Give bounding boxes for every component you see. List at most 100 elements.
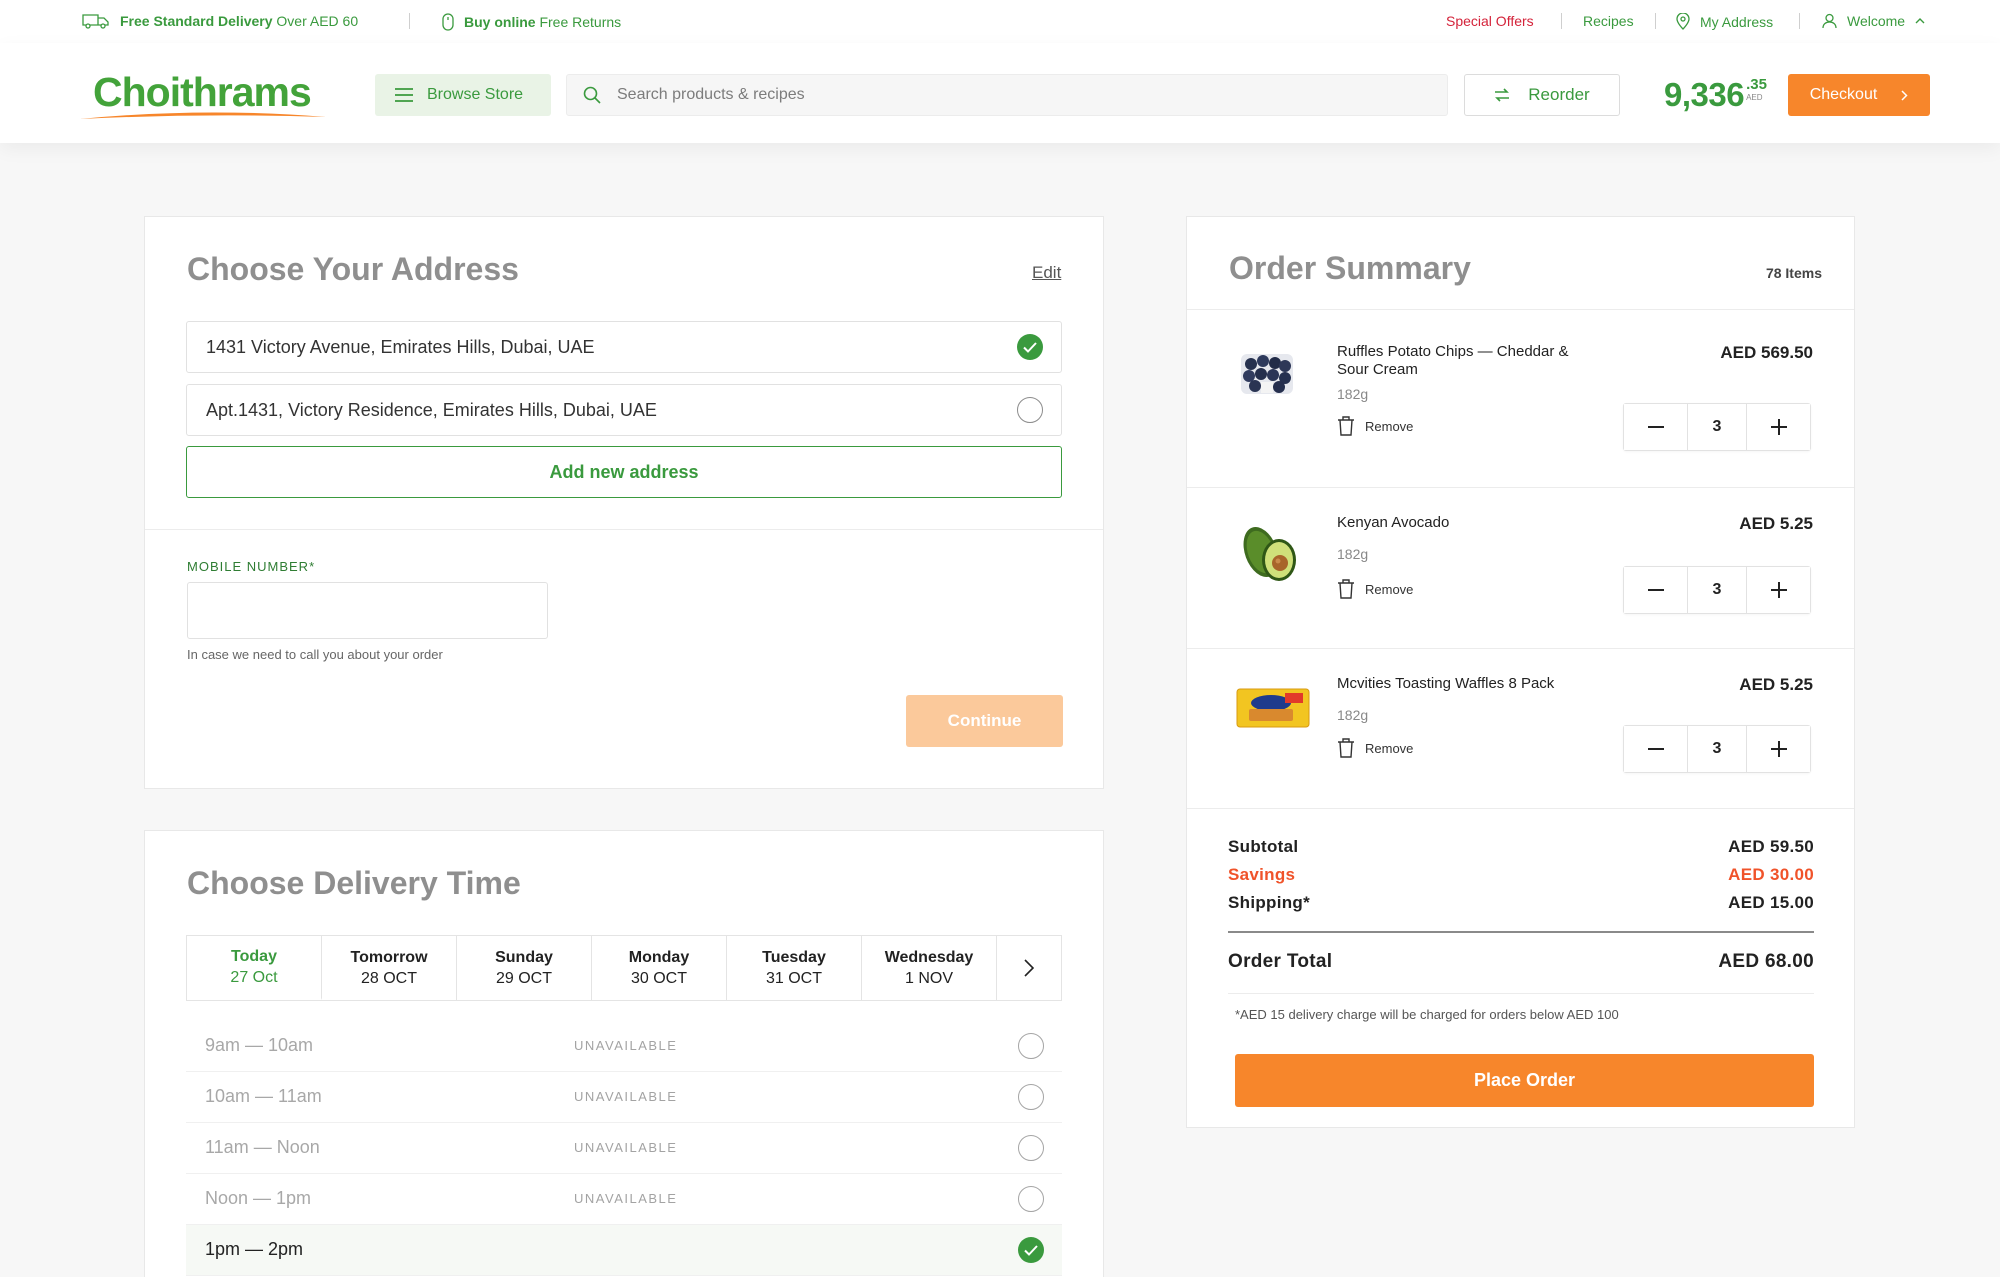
remove-button[interactable]: Remove [1337,738,1413,758]
edit-address-link[interactable]: Edit [1032,263,1061,283]
cart-item: Ruffles Potato Chips — Cheddar & Sour Cr… [1187,310,1855,487]
product-image-avocado[interactable] [1235,514,1307,586]
day-date: 30 OCT [630,970,687,987]
slot-time: Noon — 1pm [205,1188,312,1208]
delivery-promo-rest: Over AED 60 [276,13,359,29]
order-summary-title: Order Summary [1229,250,1471,286]
time-slot[interactable]: Noon — 1pm UNAVAILABLE [186,1174,1062,1225]
time-slot[interactable]: 9am — 10am UNAVAILABLE [186,1021,1062,1072]
tab-day-tomorrow[interactable]: Tomorrow 28 OCT [322,936,457,1000]
address-option[interactable]: Apt.1431, Victory Residence, Emirates Hi… [186,384,1062,436]
shipping-label: Shipping* [1228,893,1311,912]
address-option[interactable]: 1431 Victory Avenue, Emirates Hills, Dub… [186,321,1062,373]
slot-status: UNAVAILABLE [574,1140,678,1155]
tab-day-sunday[interactable]: Sunday 29 OCT [457,936,592,1000]
reorder-button[interactable]: Reorder [1464,74,1620,116]
my-address-link[interactable]: My Address [1676,13,1773,30]
slot-time: 9am — 10am [205,1035,314,1055]
check-icon[interactable] [1017,334,1043,360]
returns-promo-rest: Free Returns [539,14,622,30]
tab-day-today[interactable]: Today 27 Oct [187,936,322,1000]
user-icon [1822,13,1837,29]
day-date: 29 OCT [495,970,552,987]
browse-store-label: Browse Store [427,86,524,103]
increase-quantity-button[interactable] [1747,726,1810,772]
order-total-value: AED 68.00 [1718,951,1814,972]
remove-button[interactable]: Remove [1337,579,1413,599]
decrease-quantity-button[interactable] [1624,567,1687,613]
increase-quantity-button[interactable] [1747,404,1810,450]
product-name[interactable]: Kenyan Avocado [1337,514,1577,532]
tab-day-monday[interactable]: Monday 30 OCT [592,936,727,1000]
savings-label: Savings [1228,865,1296,884]
day-name: Tomorrow [350,949,428,966]
minus-icon [1647,748,1664,750]
search-bar[interactable] [566,74,1448,116]
savings-value: AED 30.00 [1728,865,1814,884]
quantity-value[interactable]: 3 [1687,726,1747,772]
product-name[interactable]: Mcvities Toasting Waffles 8 Pack [1337,675,1577,693]
my-address-label: My Address [1700,13,1774,30]
recipes-link[interactable]: Recipes [1583,13,1634,29]
welcome-label: Welcome [1847,13,1906,29]
remove-button[interactable]: Remove [1337,416,1413,436]
product-name[interactable]: Ruffles Potato Chips — Cheddar & Sour Cr… [1337,343,1577,379]
divider [1799,13,1800,29]
delivery-time-card: Choose Delivery Time Today 27 Oct Tomorr… [144,830,1104,1277]
cart-total[interactable]: 9,336 .35 AED [1664,73,1767,117]
radio-button[interactable] [1018,1135,1044,1161]
checkout-button[interactable]: Checkout [1788,74,1930,116]
radio-button[interactable] [1018,1033,1044,1059]
decrease-quantity-button[interactable] [1624,726,1687,772]
item-count: 78 Items [1765,265,1822,281]
time-slot[interactable]: 1pm — 2pm [186,1225,1062,1276]
chevron-right-icon [1024,959,1034,977]
continue-button[interactable]: Continue [906,695,1063,747]
delivery-charge-note: *AED 15 delivery charge will be charged … [1235,1007,1619,1022]
address-card: Choose Your Address Edit 1431 Victory Av… [144,216,1104,789]
time-slot[interactable]: 10am — 11am UNAVAILABLE [186,1072,1062,1123]
radio-button[interactable] [1017,397,1043,423]
product-image-blueberries[interactable] [1235,344,1299,402]
browse-store-button[interactable]: Browse Store [375,74,551,116]
time-slot[interactable]: 11am — Noon UNAVAILABLE [186,1123,1062,1174]
menu-icon [395,88,413,102]
day-name: Sunday [495,949,553,966]
delivery-promo: Free Standard Delivery Over AED 60 [82,13,358,29]
special-offers-link[interactable]: Special Offers [1446,13,1534,29]
check-icon[interactable] [1018,1237,1044,1263]
tab-day-wednesday[interactable]: Wednesday 1 NOV [862,936,997,1000]
welcome-menu[interactable]: Welcome [1822,13,1925,29]
slot-status: UNAVAILABLE [574,1038,678,1053]
cart-item: Kenyan Avocado 182g Remove AED 5.25 3 [1187,488,1855,649]
product-weight: 182g [1337,386,1369,402]
chevron-right-icon [1901,89,1908,101]
checkout-label: Checkout [1809,86,1878,103]
product-image-waffles[interactable] [1235,685,1311,731]
decrease-quantity-button[interactable] [1624,404,1687,450]
day-date: 1 NOV [904,970,953,987]
quantity-value[interactable]: 3 [1687,567,1747,613]
address-title: Choose Your Address [187,251,519,287]
place-order-button[interactable]: Place Order [1235,1054,1814,1107]
quantity-value[interactable]: 3 [1687,404,1747,450]
choithrams-logo[interactable]: Choithrams [78,69,328,124]
add-new-address-button[interactable]: Add new address [186,446,1062,498]
logo-swoosh [80,112,326,119]
day-tabs: Today 27 Oct Tomorrow 28 OCT Sunday 29 O… [186,935,1062,1001]
product-weight: 182g [1337,707,1369,723]
subtotal-label: Subtotal [1228,837,1299,856]
search-input[interactable] [617,86,1397,104]
mobile-hint: In case we need to call you about your o… [187,647,443,662]
tab-day-tuesday[interactable]: Tuesday 31 OCT [727,936,862,1000]
next-days-button[interactable] [997,936,1061,1000]
cart-currency: AED [1746,93,1763,102]
utility-bar: Free Standard Delivery Over AED 60 Buy o… [0,0,2000,43]
increase-quantity-button[interactable] [1747,567,1810,613]
mobile-number-input[interactable] [187,582,548,639]
slot-time: 1pm — 2pm [205,1239,304,1259]
subtotal-row: Subtotal AED 59.50 [1228,837,1814,857]
radio-button[interactable] [1018,1186,1044,1212]
radio-button[interactable] [1018,1084,1044,1110]
cart-cents: .35 [1746,76,1767,93]
